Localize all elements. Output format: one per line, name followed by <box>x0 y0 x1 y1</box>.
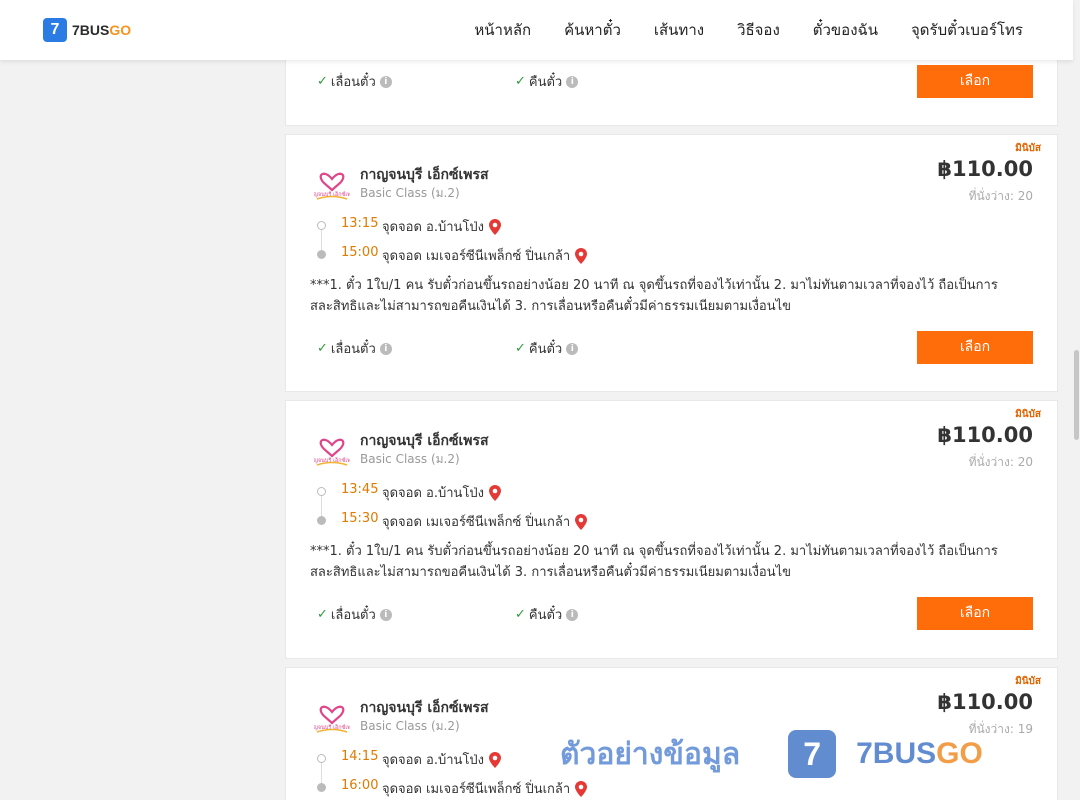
info-icon[interactable]: i <box>566 608 579 621</box>
arrive-place-label: จุดจอด เมเจอร์ซีนีเพล็กซ์ ปิ่นเกล้า <box>382 249 571 264</box>
refund-label: คืนตั๋ว <box>528 342 563 357</box>
depart-time: 13:15 <box>341 216 379 231</box>
map-pin-icon[interactable] <box>489 751 502 768</box>
bus-class: Basic Class (ม.2) <box>360 452 460 466</box>
operator-logo: กาญจนบุรี เอ็กซ์เพรส <box>314 705 350 733</box>
arrive-dot <box>317 783 326 792</box>
operator-name: กาญจนบุรี เอ็กซ์เพรส <box>360 167 489 183</box>
arrive-time: 15:30 <box>341 511 379 526</box>
trip-note: ***1. ตั๋ว 1ใบ/1 คน รับตั๋วก่อนขึ้นรถอย่… <box>310 544 998 580</box>
seats-available: ที่นั่งว่าง: 20 <box>968 455 1033 469</box>
trip-card: มินิบัส กาญจนบุรี เอ็กซ์เพรส กาญจนบุรี เ… <box>285 400 1058 659</box>
depart-place: จุดจอด อ.บ้านโป่ง <box>382 749 502 770</box>
operator-name: กาญจนบุรี เอ็กซ์เพรส <box>360 433 489 449</box>
scrollbar-thumb[interactable] <box>1074 350 1079 440</box>
nav-ticket-pickup[interactable]: จุดรับตั๋วเบอร์โทร <box>911 18 1023 42</box>
arrive-place: จุดจอด เมเจอร์ซีนีเพล็กซ์ ปิ่นเกล้า <box>382 245 588 266</box>
refund-feature: ✓ คืนตั๋ว i <box>515 71 579 92</box>
depart-place: จุดจอด อ.บ้านโป่ง <box>382 482 502 503</box>
vehicle-type-tag: มินิบัส <box>1015 676 1041 687</box>
nav-my-tickets[interactable]: ตั๋วของฉัน <box>813 18 878 42</box>
reschedule-feature: ✓ เลื่อนตั๋ว i <box>317 71 392 92</box>
depart-place-label: จุดจอด อ.บ้านโป่ง <box>382 220 485 235</box>
arrive-time: 15:00 <box>341 245 379 260</box>
trip-note: ***1. ตั๋ว 1ใบ/1 คน รับตั๋วก่อนขึ้นรถอย่… <box>310 278 998 314</box>
logo-text: 7BUSGO <box>72 22 132 38</box>
arrive-place: จุดจอด เมเจอร์ซีนีเพล็กซ์ ปิ่นเกล้า <box>382 778 588 799</box>
refund-label: คืนตั๋ว <box>528 75 563 90</box>
arrive-place: จุดจอด เมเจอร์ซีนีเพล็กซ์ ปิ่นเกล้า <box>382 511 588 532</box>
map-pin-icon[interactable] <box>575 247 588 264</box>
refund-feature: ✓ คืนตั๋ว i <box>515 604 579 625</box>
depart-place-label: จุดจอด อ.บ้านโป่ง <box>382 486 485 501</box>
page-scrollbar[interactable] <box>1073 0 1080 800</box>
check-icon: ✓ <box>317 74 328 89</box>
operator-logo: กาญจนบุรี เอ็กซ์เพรส <box>314 438 350 466</box>
map-pin-icon[interactable] <box>575 513 588 530</box>
refund-feature: ✓ คืนตั๋ว i <box>515 338 579 359</box>
ticket-price: ฿110.00 <box>937 423 1033 447</box>
select-button[interactable]: เลือก <box>917 597 1033 630</box>
ticket-price: ฿110.00 <box>937 157 1033 181</box>
info-icon[interactable]: i <box>566 342 579 355</box>
seats-available: ที่นั่งว่าง: 19 <box>968 722 1033 736</box>
operator-name: กาญจนบุรี เอ็กซ์เพรส <box>360 700 489 716</box>
info-icon[interactable]: i <box>379 342 392 355</box>
depart-place-label: จุดจอด อ.บ้านโป่ง <box>382 753 485 768</box>
nav-home[interactable]: หน้าหลัก <box>474 18 531 42</box>
depart-dot <box>317 221 326 230</box>
check-icon: ✓ <box>317 607 328 622</box>
arrive-time: 16:00 <box>341 778 379 793</box>
main-nav: หน้าหลัก ค้นหาตั๋ว เส้นทาง วิธีจอง ตั๋วข… <box>441 0 1023 60</box>
info-icon[interactable]: i <box>379 75 392 88</box>
reschedule-feature: ✓ เลื่อนตั๋ว i <box>317 338 392 359</box>
vehicle-type-tag: มินิบัส <box>1015 143 1041 154</box>
depart-time: 14:15 <box>341 749 379 764</box>
select-button[interactable]: เลือก <box>917 65 1033 98</box>
arrive-place-label: จุดจอด เมเจอร์ซีนีเพล็กซ์ ปิ่นเกล้า <box>382 782 571 797</box>
check-icon: ✓ <box>515 74 526 89</box>
nav-how-to-book[interactable]: วิธีจอง <box>737 18 780 42</box>
map-pin-icon[interactable] <box>575 780 588 797</box>
site-logo[interactable]: 7 7BUSGO <box>43 18 131 42</box>
depart-time: 13:45 <box>341 482 379 497</box>
top-header: 7 7BUSGO หน้าหลัก ค้นหาตั๋ว เส้นทาง วิธี… <box>0 0 1073 60</box>
reschedule-label: เลื่อนตั๋ว <box>330 608 376 623</box>
check-icon: ✓ <box>515 607 526 622</box>
arrive-dot <box>317 516 326 525</box>
reschedule-feature: ✓ เลื่อนตั๋ว i <box>317 604 392 625</box>
trip-card: มินิบัส กาญจนบุรี เอ็กซ์เพรส กาญจนบุรี เ… <box>285 134 1058 392</box>
check-icon: ✓ <box>515 341 526 356</box>
operator-logo: กาญจนบุรี เอ็กซ์เพรส <box>314 172 350 200</box>
ticket-price: ฿110.00 <box>937 690 1033 714</box>
nav-routes[interactable]: เส้นทาง <box>654 18 704 42</box>
check-icon: ✓ <box>317 341 328 356</box>
reschedule-label: เลื่อนตั๋ว <box>330 75 376 90</box>
depart-dot <box>317 754 326 763</box>
arrive-place-label: จุดจอด เมเจอร์ซีนีเพล็กซ์ ปิ่นเกล้า <box>382 515 571 530</box>
vehicle-type-tag: มินิบัส <box>1015 409 1041 420</box>
map-pin-icon[interactable] <box>489 484 502 501</box>
reschedule-label: เลื่อนตั๋ว <box>330 342 376 357</box>
bus-class: Basic Class (ม.2) <box>360 719 460 733</box>
info-icon[interactable]: i <box>379 608 392 621</box>
map-pin-icon[interactable] <box>489 218 502 235</box>
arrive-dot <box>317 250 326 259</box>
logo-mark: 7 <box>43 18 67 42</box>
seats-available: ที่นั่งว่าง: 20 <box>968 189 1033 203</box>
bus-class: Basic Class (ม.2) <box>360 186 460 200</box>
info-icon[interactable]: i <box>566 75 579 88</box>
refund-label: คืนตั๋ว <box>528 608 563 623</box>
nav-search-ticket[interactable]: ค้นหาตั๋ว <box>564 18 621 42</box>
depart-dot <box>317 487 326 496</box>
depart-place: จุดจอด อ.บ้านโป่ง <box>382 216 502 237</box>
trip-card: มินิบัส กาญจนบุรี เอ็กซ์เพรส กาญจนบุรี เ… <box>285 667 1058 800</box>
select-button[interactable]: เลือก <box>917 331 1033 364</box>
